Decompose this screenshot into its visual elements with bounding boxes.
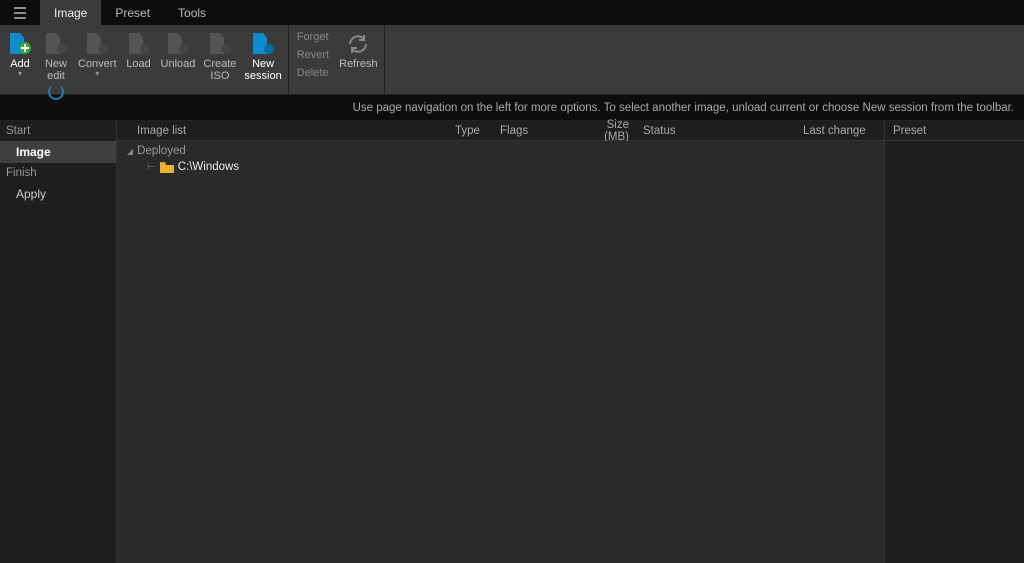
sidebar: Start Image Finish Apply: [0, 121, 117, 563]
button-label: Refresh: [339, 58, 378, 70]
new-session-button[interactable]: New session: [240, 29, 285, 82]
sidebar-header-finish: Finish: [0, 163, 116, 183]
info-bar: Use page navigation on the left for more…: [0, 95, 1024, 121]
list-body: ◢ Deployed ⊢ C:\Windows: [117, 141, 884, 563]
info-text: Use page navigation on the left for more…: [353, 102, 1014, 114]
convert-icon: [83, 31, 111, 57]
col-label: Last change: [803, 125, 866, 137]
sidebar-header-start: Start: [0, 121, 116, 141]
tab-label: Preset: [115, 6, 150, 20]
main-layout: Start Image Finish Apply Image list Type…: [0, 121, 1024, 563]
forget-button[interactable]: Forget: [297, 29, 329, 45]
sidebar-item-image[interactable]: Image: [0, 141, 116, 163]
button-label: Forget: [297, 31, 329, 43]
refresh-icon: [344, 31, 372, 57]
button-label: Revert: [297, 49, 329, 61]
button-label-l1: Create: [203, 58, 236, 70]
col-lastchange[interactable]: Last change: [795, 121, 884, 140]
panel-title: Preset: [893, 125, 926, 137]
new-session-icon: [249, 31, 277, 57]
col-type[interactable]: Type: [447, 121, 492, 140]
chevron-down-icon: ▾: [95, 70, 99, 78]
menu-button[interactable]: [0, 0, 40, 25]
tab-tools[interactable]: Tools: [164, 0, 220, 25]
tab-label: Image: [54, 6, 87, 20]
button-label-l1: New: [252, 58, 274, 70]
ribbon-group-main: Add ▾ New edit Convert ▾ Load: [0, 25, 289, 94]
preset-panel: Preset: [884, 121, 1024, 563]
ribbon: Add ▾ New edit Convert ▾ Load: [0, 25, 1024, 95]
load-button[interactable]: Load: [121, 29, 157, 70]
col-label: Size (MB): [580, 119, 629, 143]
convert-button[interactable]: Convert ▾: [74, 29, 121, 78]
image-list-panel: Image list Type Flags Size (MB) Status L…: [117, 121, 884, 563]
refresh-button[interactable]: Refresh: [335, 29, 382, 70]
button-label-l2: session: [244, 70, 281, 82]
tab-image[interactable]: Image: [40, 0, 101, 25]
tab-bar: Image Preset Tools: [0, 0, 1024, 25]
list-item[interactable]: ⊢ C:\Windows: [117, 159, 884, 175]
delete-button[interactable]: Delete: [297, 65, 329, 81]
button-label-l1: New: [45, 58, 67, 70]
tab-preset[interactable]: Preset: [101, 0, 164, 25]
col-label: Image list: [137, 125, 186, 137]
list-column-headers: Image list Type Flags Size (MB) Status L…: [117, 121, 884, 141]
sidebar-item-label: Apply: [16, 187, 46, 201]
group-row-deployed[interactable]: ◢ Deployed: [117, 143, 884, 159]
iso-icon: [206, 31, 234, 57]
collapse-icon: ◢: [127, 147, 133, 156]
new-edit-icon: [42, 31, 70, 57]
sidebar-item-apply[interactable]: Apply: [0, 183, 116, 205]
button-label-l2: ISO: [210, 70, 229, 82]
hamburger-icon: [13, 7, 27, 19]
col-size[interactable]: Size (MB): [572, 121, 635, 140]
unload-icon: [164, 31, 192, 57]
group-label: Deployed: [137, 145, 186, 157]
col-label: Flags: [500, 125, 528, 137]
button-label-l2: edit: [47, 70, 65, 82]
ribbon-group-edit: Forget Revert Delete Refresh: [289, 25, 385, 94]
folder-icon: [160, 161, 174, 173]
unload-button[interactable]: Unload: [157, 29, 200, 70]
new-edit-button[interactable]: New edit: [38, 29, 74, 98]
load-icon: [125, 31, 153, 57]
tab-label: Tools: [178, 6, 206, 20]
col-label: Status: [643, 125, 676, 137]
col-flags[interactable]: Flags: [492, 121, 572, 140]
button-label: Delete: [297, 67, 329, 79]
tree-handle-icon: ⊢: [147, 162, 156, 173]
sidebar-item-label: Image: [16, 145, 51, 159]
col-label: Type: [455, 125, 480, 137]
col-status[interactable]: Status: [635, 121, 795, 140]
chevron-down-icon: ▾: [18, 70, 22, 78]
col-imagelist[interactable]: Image list: [117, 121, 447, 140]
preset-panel-header: Preset: [885, 121, 1024, 141]
spinner-icon: [48, 84, 64, 100]
button-label: Unload: [161, 58, 196, 70]
button-label: Load: [126, 58, 150, 70]
revert-button[interactable]: Revert: [297, 47, 329, 63]
add-icon: [6, 31, 34, 57]
create-iso-button[interactable]: Create ISO: [199, 29, 240, 82]
item-path: C:\Windows: [178, 161, 239, 173]
add-button[interactable]: Add ▾: [2, 29, 38, 78]
